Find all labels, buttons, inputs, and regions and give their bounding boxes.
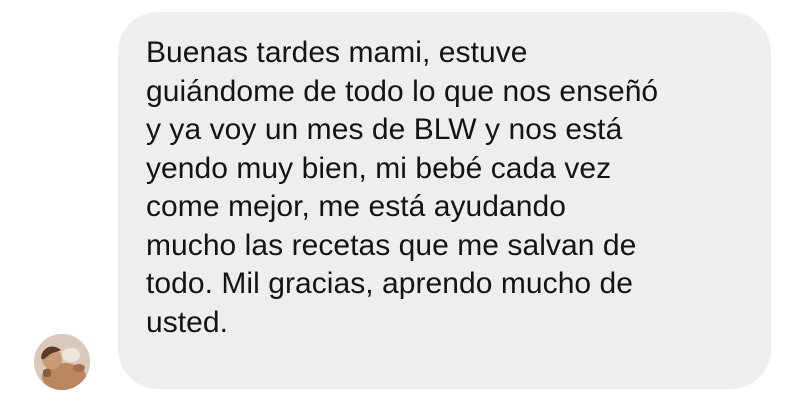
message-line: todo. Mil gracias, aprendo mucho de — [146, 267, 634, 300]
chat-thread: Buenas tardes mami, estuve guiándome de … — [0, 0, 793, 405]
message-line: come mejor, me está ayudando — [146, 190, 566, 223]
message-line: Buenas tardes mami, estuve — [146, 36, 528, 69]
message-line: usted. — [146, 305, 229, 339]
message-line: y ya voy un mes de BLW y nos está — [146, 113, 623, 146]
message-line: mucho las recetas que me salvan de — [146, 228, 637, 262]
sender-avatar[interactable] — [34, 334, 90, 390]
message-bubble[interactable]: Buenas tardes mami, estuve guiándome de … — [118, 12, 771, 389]
message-line: yendo muy bien, mi bebé cada vez — [146, 151, 612, 185]
user-photo-avatar-icon — [34, 334, 90, 390]
message-line: guiándome de todo lo que nos enseñó — [146, 74, 659, 108]
